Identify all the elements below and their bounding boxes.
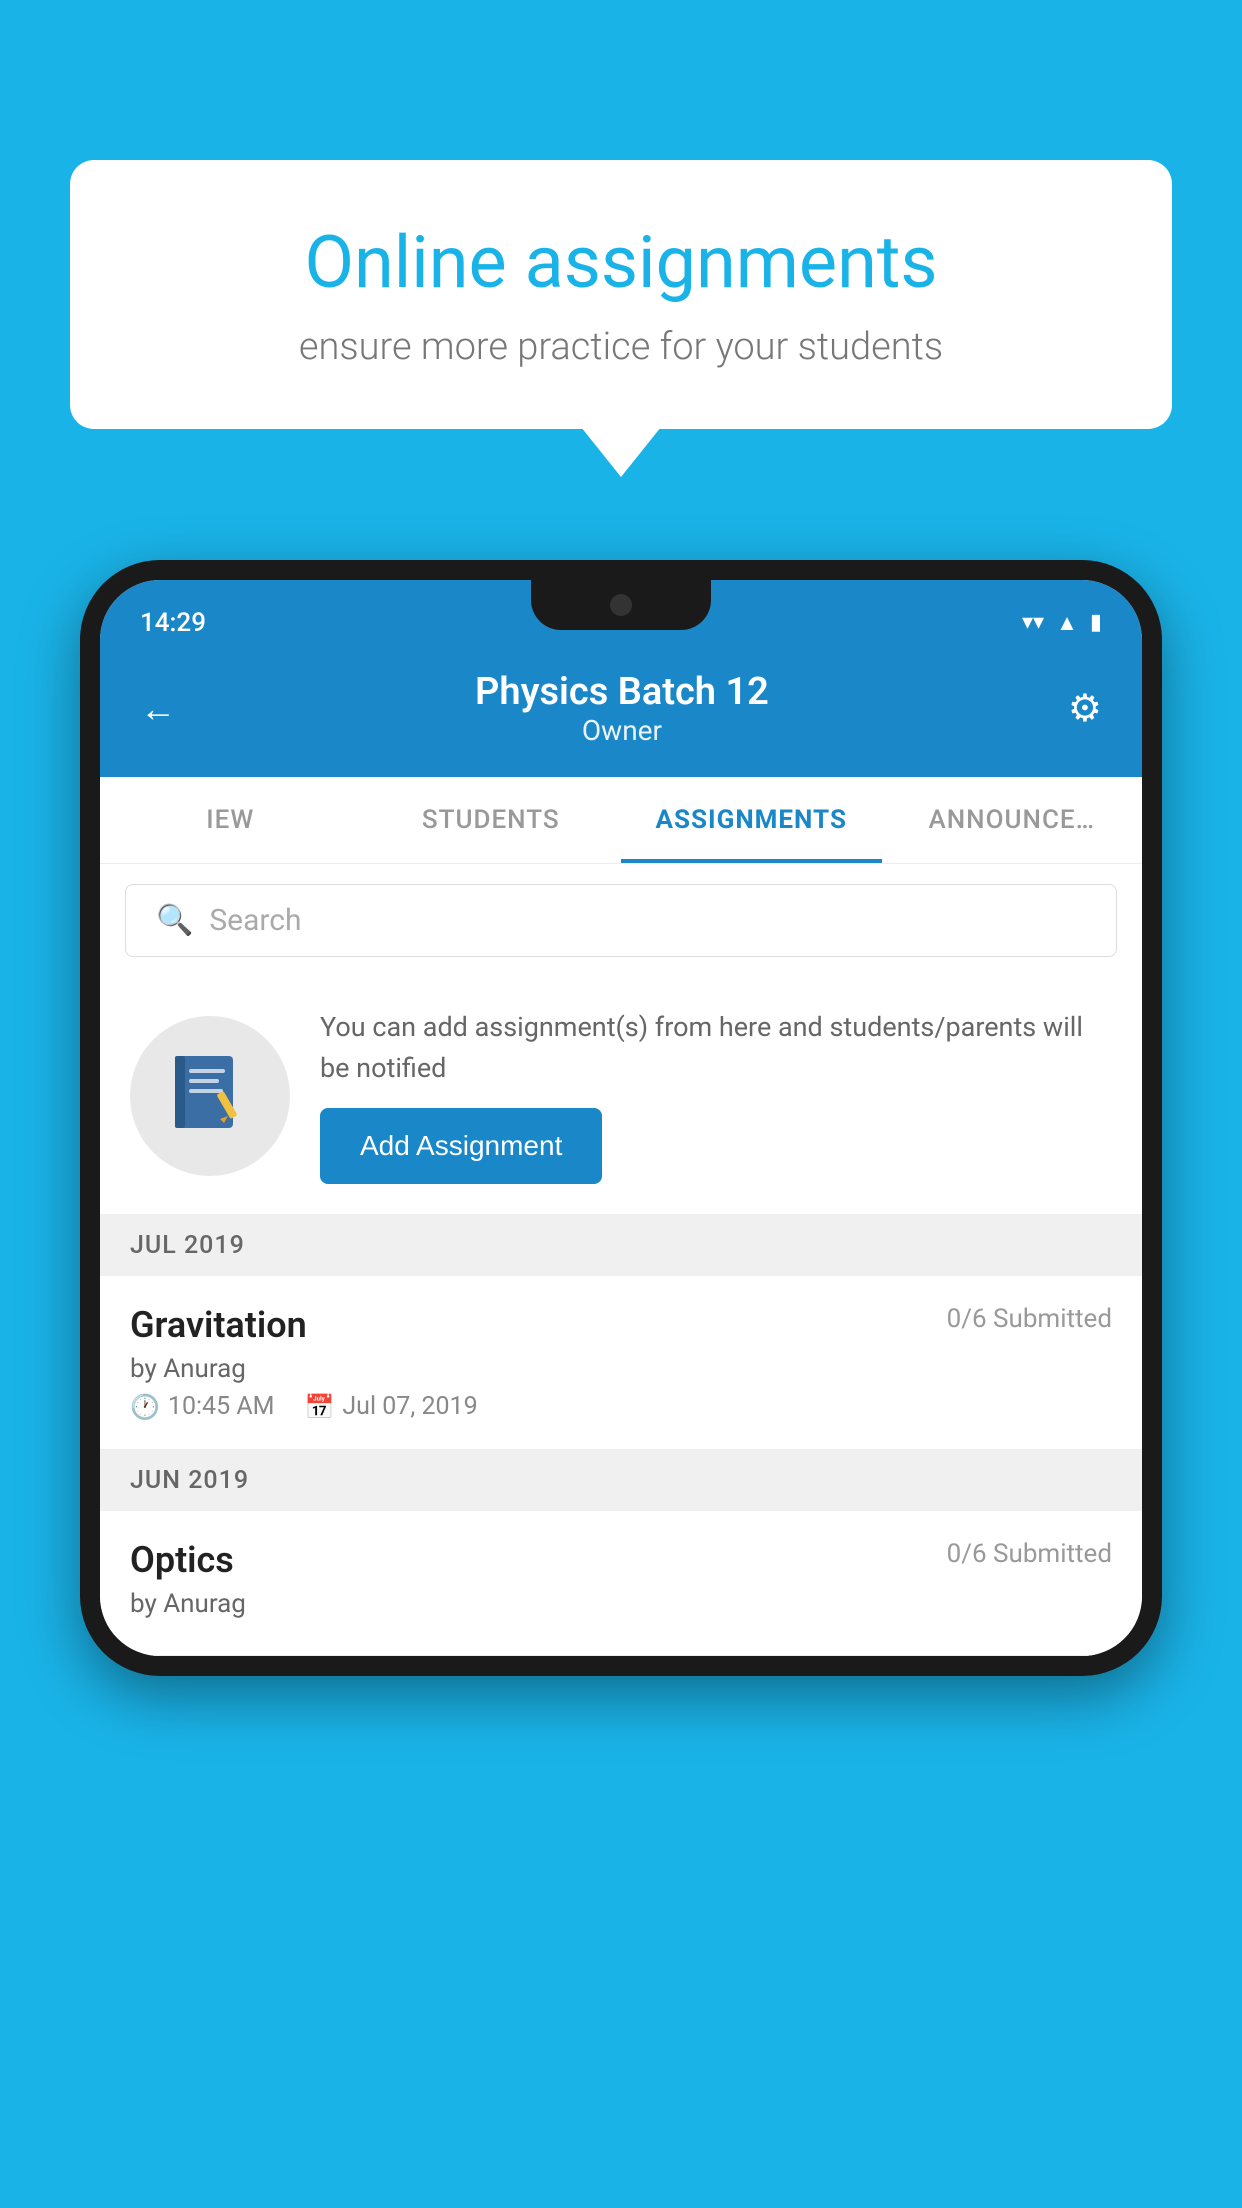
optics-submitted: 0/6 Submitted (947, 1539, 1112, 1569)
search-box[interactable]: 🔍 Search (125, 884, 1117, 957)
search-container: 🔍 Search (100, 864, 1142, 977)
assignment-item-gravitation[interactable]: Gravitation 0/6 Submitted by Anurag 🕐 10… (100, 1276, 1142, 1450)
signal-icon: ▲ (1056, 610, 1078, 636)
assignment-title: Gravitation (130, 1304, 307, 1346)
speech-bubble-container: Online assignments ensure more practice … (70, 160, 1172, 429)
optics-title: Optics (130, 1539, 234, 1581)
app-header: ← Physics Batch 12 Owner ⚙ (100, 650, 1142, 777)
search-placeholder: Search (209, 903, 301, 938)
battery-icon: ▮ (1090, 610, 1102, 635)
batch-role: Owner (475, 714, 769, 747)
assignment-date: 📅 Jul 07, 2019 (304, 1392, 477, 1421)
assignment-author: by Anurag (130, 1354, 1112, 1384)
tab-students[interactable]: STUDENTS (361, 777, 622, 863)
assignment-meta: 🕐 10:45 AM 📅 Jul 07, 2019 (130, 1392, 1112, 1421)
promo-section: You can add assignment(s) from here and … (100, 977, 1142, 1215)
add-assignment-button[interactable]: Add Assignment (320, 1108, 602, 1184)
month-separator-jul: JUL 2019 (100, 1215, 1142, 1276)
tab-iew[interactable]: IEW (100, 777, 361, 863)
assignment-item-optics[interactable]: Optics 0/6 Submitted by Anurag (100, 1511, 1142, 1656)
wifi-icon: ▾▾ (1022, 610, 1044, 635)
promo-text: You can add assignment(s) from here and … (320, 1007, 1112, 1088)
header-center: Physics Batch 12 Owner (475, 670, 769, 747)
phone-wrapper: 14:29 ▾▾ ▲ ▮ ← Physics Batch 12 Owner ⚙ (80, 560, 1162, 1676)
status-icons: ▾▾ ▲ ▮ (1022, 610, 1102, 636)
phone-screen: 14:29 ▾▾ ▲ ▮ ← Physics Batch 12 Owner ⚙ (100, 580, 1142, 1656)
settings-icon[interactable]: ⚙ (1068, 686, 1102, 731)
camera-dot (610, 594, 632, 616)
speech-bubble-title: Online assignments (140, 220, 1102, 305)
month-separator-jun: JUN 2019 (100, 1450, 1142, 1511)
optics-author: by Anurag (130, 1589, 1112, 1619)
calendar-icon: 📅 (304, 1393, 334, 1421)
phone-notch (531, 580, 711, 630)
clock-icon: 🕐 (130, 1393, 160, 1421)
assignment-header: Gravitation 0/6 Submitted (130, 1304, 1112, 1346)
speech-bubble: Online assignments ensure more practice … (70, 160, 1172, 429)
assignment-time: 🕐 10:45 AM (130, 1392, 274, 1421)
back-button[interactable]: ← (140, 688, 176, 730)
search-icon: 🔍 (156, 903, 193, 938)
notebook-icon (165, 1051, 255, 1141)
tab-bar: IEW STUDENTS ASSIGNMENTS ANNOUNCE… (100, 777, 1142, 864)
tab-assignments[interactable]: ASSIGNMENTS (621, 777, 882, 863)
promo-icon-circle (130, 1016, 290, 1176)
tab-announcements[interactable]: ANNOUNCE… (882, 777, 1143, 863)
promo-content: You can add assignment(s) from here and … (320, 1007, 1112, 1184)
batch-title: Physics Batch 12 (475, 670, 769, 714)
optics-assignment-header: Optics 0/6 Submitted (130, 1539, 1112, 1581)
speech-bubble-subtitle: ensure more practice for your students (140, 325, 1102, 369)
assignment-submitted: 0/6 Submitted (947, 1304, 1112, 1334)
phone-frame: 14:29 ▾▾ ▲ ▮ ← Physics Batch 12 Owner ⚙ (80, 560, 1162, 1676)
